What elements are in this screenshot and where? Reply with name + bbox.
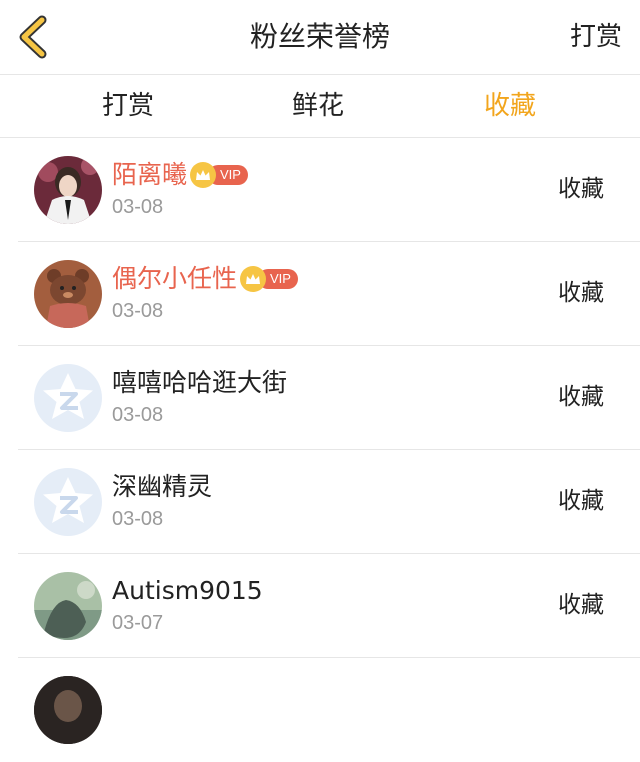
action-label: 收藏: [558, 592, 604, 618]
list-item[interactable]: [0, 658, 640, 762]
date: 03-08: [112, 404, 164, 426]
fan-list: 陌离曦 VIP 03-08 收藏 偶尔小任性 VIP 03-08 收藏 嘻嘻哈哈…: [0, 138, 640, 762]
back-button[interactable]: [14, 14, 54, 60]
action-label: 收藏: [558, 488, 604, 514]
action-label: 收藏: [558, 384, 604, 410]
date: 03-08: [112, 300, 164, 322]
user-photo-icon: [34, 156, 102, 224]
user-name: 偶尔小任性: [112, 264, 238, 293]
nav-header: 粉丝荣誉榜 打赏: [0, 0, 640, 75]
avatar[interactable]: [34, 572, 102, 640]
user-name: Autism9015: [112, 576, 263, 605]
list-item[interactable]: 陌离曦 VIP 03-08 收藏: [0, 138, 640, 242]
crown-icon: [190, 162, 217, 188]
name-line: Autism9015: [112, 574, 263, 608]
user-name: 深幽精灵: [112, 472, 213, 501]
page-title: 粉丝荣誉榜: [249, 20, 390, 53]
tab-bar: 打赏 鲜花 收藏: [0, 75, 640, 138]
default-avatar-star-icon: [34, 468, 102, 536]
list-item[interactable]: 嘻嘻哈哈逛大街 03-08 收藏: [0, 346, 640, 450]
default-avatar-star-icon: [34, 364, 102, 432]
avatar[interactable]: [34, 676, 102, 744]
user-name: 陌离曦: [112, 160, 188, 189]
name-line: 深幽精灵: [112, 470, 212, 504]
list-item[interactable]: Autism9015 03-07 收藏: [0, 554, 640, 658]
vip-badge: VIP: [240, 266, 298, 292]
avatar[interactable]: [34, 468, 102, 536]
avatar[interactable]: [34, 260, 102, 328]
vip-badge: VIP: [190, 162, 248, 188]
reward-button[interactable]: 打赏: [570, 17, 622, 57]
date: 03-07: [112, 612, 164, 634]
crown-icon: [240, 266, 267, 292]
bear-avatar-icon: [34, 260, 102, 328]
list-item[interactable]: 偶尔小任性 VIP 03-08 收藏: [0, 242, 640, 346]
tab-reward[interactable]: 打赏: [68, 75, 188, 137]
user-name: 嘻嘻哈哈逛大街: [112, 368, 288, 397]
action-label: 收藏: [558, 176, 604, 202]
name-line: 偶尔小任性 VIP: [112, 262, 298, 296]
date: 03-08: [112, 196, 164, 218]
name-line: 嘻嘻哈哈逛大街: [112, 366, 287, 400]
list-item[interactable]: 深幽精灵 03-08 收藏: [0, 450, 640, 554]
chevron-left-icon: [19, 15, 47, 59]
tab-flowers[interactable]: 鲜花: [258, 75, 378, 137]
name-line: 陌离曦 VIP: [112, 158, 248, 192]
action-label: 收藏: [558, 280, 604, 306]
avatar[interactable]: [34, 364, 102, 432]
user-photo-icon: [34, 676, 102, 744]
tab-favorites[interactable]: 收藏: [450, 75, 570, 137]
date: 03-08: [112, 508, 164, 530]
avatar[interactable]: [34, 156, 102, 224]
landscape-photo-icon: [34, 572, 102, 640]
